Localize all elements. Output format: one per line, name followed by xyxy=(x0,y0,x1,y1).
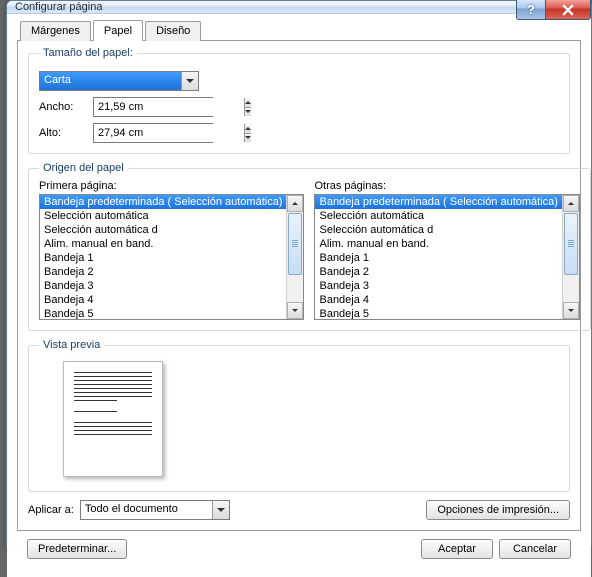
list-item[interactable]: Bandeja 3 xyxy=(315,279,561,293)
paper-source-group: Origen del papel Primera página: Bandeja… xyxy=(28,162,591,331)
height-spinner[interactable] xyxy=(93,123,213,143)
scroll-thumb[interactable] xyxy=(564,213,578,275)
height-up[interactable] xyxy=(245,124,251,134)
list-item[interactable]: Bandeja predeterminada ( Selección autom… xyxy=(315,195,561,209)
paper-size-dropdown-button[interactable] xyxy=(181,72,198,90)
list-item[interactable]: Bandeja 1 xyxy=(315,251,561,265)
apply-to-dropdown-button[interactable] xyxy=(212,501,229,519)
close-icon xyxy=(562,4,574,16)
width-down[interactable] xyxy=(245,108,251,117)
paper-size-value: Carta xyxy=(40,72,181,90)
list-item[interactable]: Selección automática d xyxy=(40,223,286,237)
scrollbar[interactable] xyxy=(286,195,303,319)
tab-margins[interactable]: Márgenes xyxy=(20,21,91,41)
first-page-label: Primera página: xyxy=(39,180,304,192)
chevron-down-icon xyxy=(186,79,194,83)
paper-size-group: Tamaño del papel: Carta Ancho: xyxy=(28,47,570,154)
list-item[interactable]: Bandeja 5 xyxy=(40,307,286,319)
height-input[interactable] xyxy=(94,124,244,142)
list-item[interactable]: Bandeja predeterminada ( Selección autom… xyxy=(40,195,286,209)
width-up[interactable] xyxy=(245,98,251,108)
chevron-up-icon xyxy=(292,202,298,205)
print-options-button[interactable]: Opciones de impresión... xyxy=(426,500,570,520)
width-label: Ancho: xyxy=(39,101,87,113)
ok-button[interactable]: Aceptar xyxy=(421,539,493,559)
scroll-up[interactable] xyxy=(563,195,579,212)
scroll-thumb[interactable] xyxy=(288,213,302,275)
scrollbar[interactable] xyxy=(562,195,579,319)
window-title: Configurar página xyxy=(7,1,102,13)
list-item[interactable]: Alim. manual en band. xyxy=(315,237,561,251)
list-item[interactable]: Bandeja 1 xyxy=(40,251,286,265)
paper-size-legend: Tamaño del papel: xyxy=(39,47,137,59)
scroll-up[interactable] xyxy=(287,195,303,212)
dialog-content: Márgenes Papel Diseño Tamaño del papel: … xyxy=(7,14,591,577)
help-button[interactable] xyxy=(516,0,546,20)
paper-size-combo[interactable]: Carta xyxy=(39,71,199,91)
chevron-up-icon xyxy=(245,101,251,104)
chevron-down-icon xyxy=(245,136,251,139)
list-item[interactable]: Selección automática d xyxy=(315,223,561,237)
default-button[interactable]: Predeterminar... xyxy=(27,539,127,559)
list-item[interactable]: Bandeja 2 xyxy=(40,265,286,279)
height-down[interactable] xyxy=(245,134,251,143)
list-item[interactable]: Bandeja 3 xyxy=(40,279,286,293)
titlebar[interactable]: Configurar página xyxy=(7,1,591,14)
list-item[interactable]: Alim. manual en band. xyxy=(40,237,286,251)
apply-to-label: Aplicar a: xyxy=(28,504,74,516)
other-pages-listbox[interactable]: Bandeja predeterminada ( Selección autom… xyxy=(314,194,579,320)
tab-panel-paper: Tamaño del papel: Carta Ancho: xyxy=(17,40,581,531)
list-item[interactable]: Bandeja 4 xyxy=(40,293,286,307)
chevron-down-icon xyxy=(217,508,225,512)
page-setup-dialog: Configurar página Márgenes Papel Diseño … xyxy=(6,0,592,549)
height-label: Alto: xyxy=(39,127,87,139)
list-item[interactable]: Bandeja 2 xyxy=(315,265,561,279)
window-buttons xyxy=(517,0,591,20)
first-page-listbox[interactable]: Bandeja predeterminada ( Selección autom… xyxy=(39,194,304,320)
list-item[interactable]: Selección automática xyxy=(40,209,286,223)
scroll-down[interactable] xyxy=(287,302,303,319)
other-pages-label: Otras páginas: xyxy=(314,180,579,192)
list-item[interactable]: Bandeja 5 xyxy=(315,307,561,319)
apply-to-combo[interactable]: Todo el documento xyxy=(80,500,230,520)
chevron-down-icon xyxy=(568,309,574,312)
paper-source-legend: Origen del papel xyxy=(39,162,128,174)
cancel-button[interactable]: Cancelar xyxy=(499,539,571,559)
list-item[interactable]: Bandeja 4 xyxy=(315,293,561,307)
tab-paper[interactable]: Papel xyxy=(93,20,143,41)
chevron-up-icon xyxy=(568,202,574,205)
preview-legend: Vista previa xyxy=(39,339,104,351)
chevron-down-icon xyxy=(245,110,251,113)
chevron-up-icon xyxy=(245,127,251,130)
tab-layout[interactable]: Diseño xyxy=(145,21,201,41)
close-button[interactable] xyxy=(545,0,591,20)
chevron-down-icon xyxy=(292,309,298,312)
preview-group: Vista previa xyxy=(28,339,570,492)
apply-to-value: Todo el documento xyxy=(81,501,212,519)
list-item[interactable]: Selección automática xyxy=(315,209,561,223)
preview-page xyxy=(63,361,163,477)
scroll-down[interactable] xyxy=(563,302,579,319)
width-spinner[interactable] xyxy=(93,97,213,117)
width-input[interactable] xyxy=(94,98,244,116)
tab-strip: Márgenes Papel Diseño xyxy=(20,20,581,40)
